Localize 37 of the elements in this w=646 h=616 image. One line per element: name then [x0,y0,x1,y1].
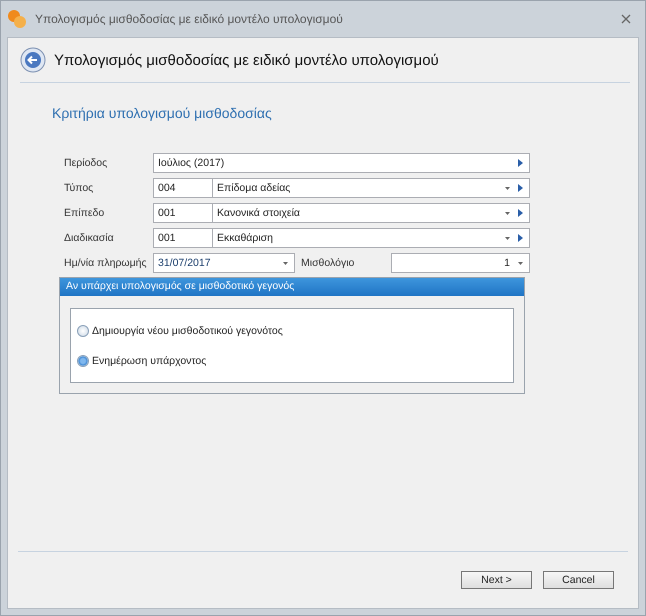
date-field[interactable]: 31/07/2017 [153,253,295,273]
dropdown-icon[interactable] [518,262,523,264]
radio-label[interactable]: Ενημέρωση υπάρχοντος [92,354,206,366]
page-title: Υπολογισμός μισθοδοσίας με ειδικό μοντέλο υπολογισμού [54,52,439,68]
back-icon[interactable] [20,47,46,73]
dropdown-icon[interactable] [505,236,510,240]
group-title: Αν υπάρχει υπολογισμός σε μισθοδοτικό γεγονός [60,278,524,296]
field-label: Περίοδος [64,156,108,171]
dropdown-icon[interactable] [283,262,288,264]
section-title: Κριτήρια υπολογισμού μισθοδοσίας [52,105,273,121]
next-button[interactable]: Next > [461,571,532,589]
field-label: Διαδικασία [64,231,115,246]
dropdown-icon[interactable] [505,212,510,214]
combo-field[interactable]: Εκκαθάριση [212,228,530,248]
close-icon[interactable] [621,14,631,24]
arrow-icon[interactable] [518,209,523,217]
arrow-icon[interactable] [518,159,523,167]
field-label: Επίπεδο [64,206,106,221]
radio-label[interactable]: Δημιουργία νέου μισθοδοτικού γεγονότος [92,324,283,336]
combo-field[interactable]: Επίδομα αδείας [212,178,530,198]
field-label: Μισθολόγιο [300,256,356,271]
window-title: Υπολογισμός μισθοδοσίας με ειδικό μοντέλο υπολογισμού [35,12,344,26]
app-logo-icon [7,9,27,29]
dropdown-icon[interactable] [505,186,510,190]
field-label: Ημ/νία πληρωμής [64,256,148,271]
lookup-field[interactable]: Ιούλιος (2017) [153,153,530,173]
code-field[interactable]: 001 [153,228,212,248]
code-field[interactable]: 001 [153,203,212,223]
code-field[interactable]: 004 [153,178,212,198]
field-label: Τύπος [64,181,94,196]
arrow-icon[interactable] [518,184,523,192]
radio-button[interactable] [77,354,89,366]
payroll-field[interactable]: 1 [391,253,530,273]
combo-field[interactable]: Κανονικά στοιχεία [212,203,530,223]
radio-button[interactable] [77,324,89,336]
cancel-button[interactable]: Cancel [543,571,614,589]
arrow-icon[interactable] [518,234,523,242]
